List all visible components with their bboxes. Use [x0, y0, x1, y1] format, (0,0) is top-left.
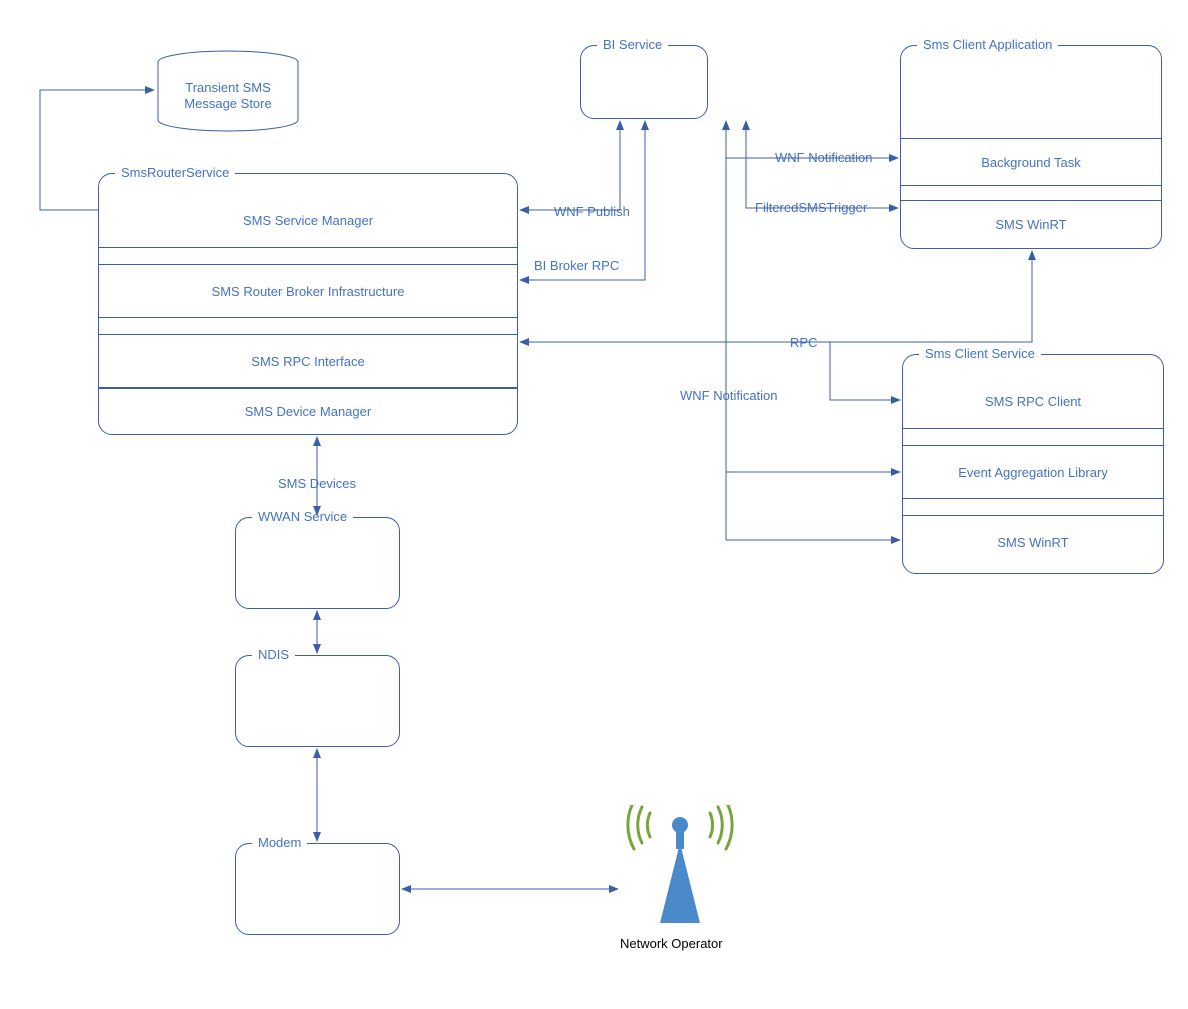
node-wwan-service: WWAN Service	[235, 517, 400, 609]
label-filtered-sms-trigger: FilteredSMSTrigger	[755, 200, 867, 215]
row-sms-rpc-interface: SMS RPC Interface	[99, 334, 517, 388]
row-sms-service-manager: SMS Service Manager	[99, 194, 517, 248]
label-rpc: RPC	[790, 335, 817, 350]
label-sms-client-application: Sms Client Application	[917, 37, 1058, 52]
label-bi-service: BI Service	[597, 37, 668, 52]
svg-text:Message Store: Message Store	[184, 96, 271, 111]
label-sms-client-service: Sms Client Service	[919, 346, 1041, 361]
svg-text:Transient SMS: Transient SMS	[185, 80, 271, 95]
label-modem: Modem	[252, 835, 307, 850]
label-sms-router-service: SmsRouterService	[115, 165, 235, 180]
row-sms-router-broker: SMS Router Broker Infrastructure	[99, 264, 517, 318]
row-event-aggregation: Event Aggregation Library	[903, 445, 1163, 499]
node-sms-client-application: Sms Client Application Background Task S…	[900, 45, 1162, 249]
node-bi-service: BI Service	[580, 45, 708, 119]
label-ndis: NDIS	[252, 647, 295, 662]
label-wwan-service: WWAN Service	[252, 509, 353, 524]
row-sms-winrt-1: SMS WinRT	[901, 200, 1161, 248]
node-ndis: NDIS	[235, 655, 400, 747]
row-background-task: Background Task	[901, 138, 1161, 186]
label-sms-devices: SMS Devices	[278, 476, 356, 491]
row-sms-winrt-2: SMS WinRT	[903, 515, 1163, 569]
row-sms-device-manager: SMS Device Manager	[99, 388, 517, 434]
node-sms-router-service: SmsRouterService SMS Service Manager SMS…	[98, 173, 518, 435]
label-bi-broker-rpc: BI Broker RPC	[534, 258, 619, 273]
label-wnf-publish: WNF Publish	[554, 204, 630, 219]
row-sms-rpc-client: SMS RPC Client	[903, 375, 1163, 429]
node-modem: Modem	[235, 843, 400, 935]
network-operator-icon	[620, 805, 740, 935]
label-network-operator: Network Operator	[620, 936, 723, 951]
label-wnf-notification-1: WNF Notification	[775, 150, 873, 165]
node-transient-sms-store: Transient SMS Message Store	[156, 50, 301, 132]
label-wnf-notification-2: WNF Notification	[680, 388, 778, 403]
node-sms-client-service: Sms Client Service SMS RPC Client Event …	[902, 354, 1164, 574]
